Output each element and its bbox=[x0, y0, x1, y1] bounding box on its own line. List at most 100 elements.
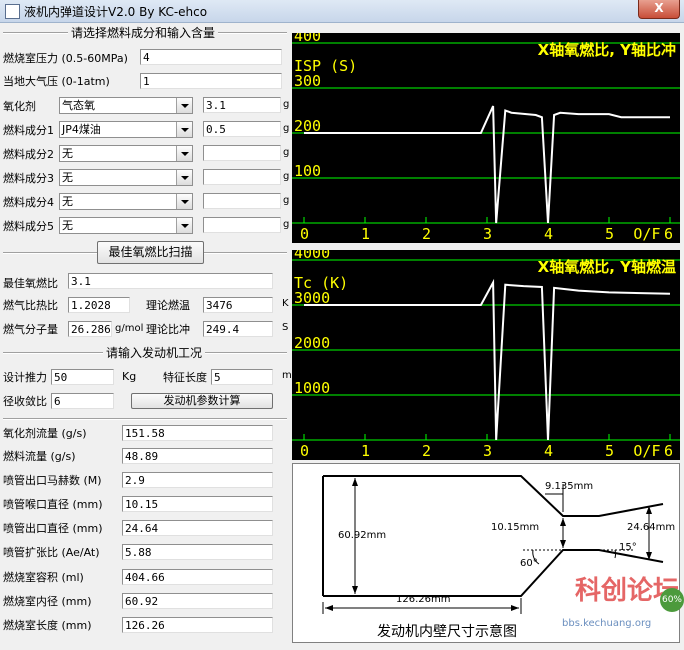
chart-title: X轴氧燃比, Y轴燃温 bbox=[538, 258, 676, 276]
theory-temp-unit: K bbox=[282, 298, 289, 309]
output-value: 60.92 bbox=[122, 593, 273, 609]
oxidizer-unit: g bbox=[283, 99, 290, 110]
fuel-5-unit: g bbox=[283, 219, 290, 230]
x-tick-label: 1 bbox=[361, 225, 370, 243]
oxidizer-amount-input[interactable]: 3.1 bbox=[203, 97, 281, 113]
x-tick-label: 1 bbox=[361, 442, 370, 460]
left-panel: 请选择燃料成分和输入含量 燃烧室压力 (0.5-60MPa) 4 当地大气压 (… bbox=[0, 22, 292, 650]
output-value: 126.26 bbox=[122, 617, 273, 633]
heat-ratio-output: 1.2028 bbox=[68, 297, 130, 313]
chamber-pressure-input[interactable]: 4 bbox=[140, 49, 282, 65]
thrust-label: 设计推力 bbox=[3, 371, 47, 384]
x-tick-label: 3 bbox=[483, 442, 492, 460]
scan-ratio-button[interactable]: 最佳氧燃比扫描 bbox=[97, 241, 204, 264]
fuel-2-unit: g bbox=[283, 147, 290, 158]
output-value: 2.9 bbox=[122, 472, 273, 488]
theory-temp-output: 3476 bbox=[203, 297, 273, 313]
best-ratio-label: 最佳氧燃比 bbox=[3, 277, 58, 290]
theory-isp-unit: S bbox=[282, 322, 289, 333]
chevron-down-icon[interactable] bbox=[176, 218, 192, 233]
output-label: 喷管出口直径 (mm) bbox=[3, 522, 103, 535]
chevron-down-icon[interactable] bbox=[176, 194, 192, 209]
theory-temp-label: 理论燃温 bbox=[146, 299, 190, 312]
temp-chart: 10002000300040000 1 2 3 4 5 6O/FTc (K)X轴氧燃比, Y… bbox=[292, 250, 680, 460]
output-label: 燃烧室内径 (mm) bbox=[3, 595, 92, 608]
converge-angle-label: 60° bbox=[520, 558, 538, 569]
fuel-5-select[interactable]: 无 bbox=[59, 217, 193, 234]
output-label: 燃烧室长度 (mm) bbox=[3, 619, 92, 632]
char-length-input[interactable]: 5 bbox=[211, 369, 273, 385]
output-value: 5.88 bbox=[122, 544, 273, 560]
fuel-2-select[interactable]: 无 bbox=[59, 145, 193, 162]
y-axis-label: ISP (S) bbox=[294, 57, 357, 75]
chamber-length-label: 126.26mm bbox=[396, 594, 451, 605]
x-tick-label: 2 bbox=[422, 225, 431, 243]
fuel-2-label: 燃料成分2 bbox=[3, 148, 54, 161]
fuel-1-unit: g bbox=[283, 123, 290, 134]
close-button[interactable]: X bbox=[638, 0, 680, 19]
fuel-1-label: 燃料成分1 bbox=[3, 124, 54, 137]
x-tick-label: 2 bbox=[422, 442, 431, 460]
y-tick-label: 100 bbox=[294, 162, 321, 180]
fuel-1-select[interactable]: JP4煤油 bbox=[59, 121, 193, 138]
x-axis-label: O/F bbox=[633, 225, 660, 243]
series-line bbox=[304, 105, 670, 224]
fuel-3-unit: g bbox=[283, 171, 290, 182]
watermark-badge: 60% bbox=[660, 588, 684, 612]
x-tick-label: 4 bbox=[544, 225, 553, 243]
chamber-pressure-label: 燃烧室压力 (0.5-60MPa) bbox=[3, 52, 128, 65]
fuel-2-selected: 无 bbox=[62, 147, 73, 160]
throat-diameter-label: 10.15mm bbox=[491, 522, 540, 533]
fuel-3-select[interactable]: 无 bbox=[59, 169, 193, 186]
fuel-3-amount-input[interactable] bbox=[203, 169, 281, 185]
chevron-down-icon[interactable] bbox=[176, 146, 192, 161]
fuel-1-amount-input[interactable]: 0.5 bbox=[203, 121, 281, 137]
char-length-label: 特征长度 bbox=[163, 371, 207, 384]
window-title: 液机内弹道设计V2.0 By KC-ehco bbox=[24, 5, 208, 19]
mol-weight-unit: g/mol bbox=[115, 323, 144, 334]
app-icon bbox=[5, 4, 20, 19]
series-line bbox=[304, 278, 671, 441]
engine-diagram: 60.92mm 126.26mm 9.135mm 10.15mm 24.64mm… bbox=[292, 463, 680, 643]
heat-ratio-label: 燃气比热比 bbox=[3, 299, 58, 312]
y-tick-label: 1000 bbox=[294, 379, 330, 397]
fuel-4-unit: g bbox=[283, 195, 290, 206]
fuel-5-selected: 无 bbox=[62, 219, 73, 232]
best-ratio-output: 3.1 bbox=[68, 273, 273, 289]
x-axis-label: O/F bbox=[633, 442, 660, 460]
output-label: 喷管扩张比 (Ae/At) bbox=[3, 546, 100, 559]
exit-diameter-label: 24.64mm bbox=[627, 522, 676, 533]
output-label: 喷管喉口直径 (mm) bbox=[3, 498, 103, 511]
engine-calc-button[interactable]: 发动机参数计算 bbox=[131, 393, 273, 409]
x-tick-label: 3 bbox=[483, 225, 492, 243]
x-tick-label: 5 bbox=[605, 225, 614, 243]
diagram-caption: 发动机内壁尺寸示意图 bbox=[377, 624, 517, 640]
fuel-5-amount-input[interactable] bbox=[203, 217, 281, 233]
diverge-angle-label: 15° bbox=[619, 542, 637, 553]
chevron-down-icon[interactable] bbox=[176, 170, 192, 185]
y-tick-label: 4000 bbox=[294, 250, 330, 262]
chevron-down-icon[interactable] bbox=[176, 122, 192, 137]
contraction-input[interactable]: 6 bbox=[51, 393, 114, 409]
output-value: 24.64 bbox=[122, 520, 273, 536]
fuel-3-selected: 无 bbox=[62, 171, 73, 184]
fuel-4-select[interactable]: 无 bbox=[59, 193, 193, 210]
fuel-4-label: 燃料成分4 bbox=[3, 196, 54, 209]
thrust-unit: Kg bbox=[122, 370, 137, 383]
oxidizer-select[interactable]: 气态氧 bbox=[59, 97, 193, 114]
output-label: 喷管出口马赫数 (M) bbox=[3, 474, 102, 487]
atm-pressure-label: 当地大气压 (0-1atm) bbox=[3, 75, 110, 88]
atm-pressure-input[interactable]: 1 bbox=[140, 73, 282, 89]
x-tick-label: 0 bbox=[300, 442, 309, 460]
fuel-section-title: 请选择燃料成分和输入含量 bbox=[68, 24, 219, 41]
throat-length-label: 9.135mm bbox=[545, 481, 594, 492]
divider bbox=[3, 418, 287, 420]
chevron-down-icon[interactable] bbox=[176, 98, 192, 113]
chart-title: X轴氧燃比, Y轴比冲 bbox=[538, 41, 676, 59]
output-value: 404.66 bbox=[122, 569, 273, 585]
fuel-4-amount-input[interactable] bbox=[203, 193, 281, 209]
fuel-2-amount-input[interactable] bbox=[203, 145, 281, 161]
thrust-input[interactable]: 50 bbox=[51, 369, 114, 385]
mol-weight-label: 燃气分子量 bbox=[3, 323, 58, 336]
output-label: 燃料流量 (g/s) bbox=[3, 450, 76, 463]
